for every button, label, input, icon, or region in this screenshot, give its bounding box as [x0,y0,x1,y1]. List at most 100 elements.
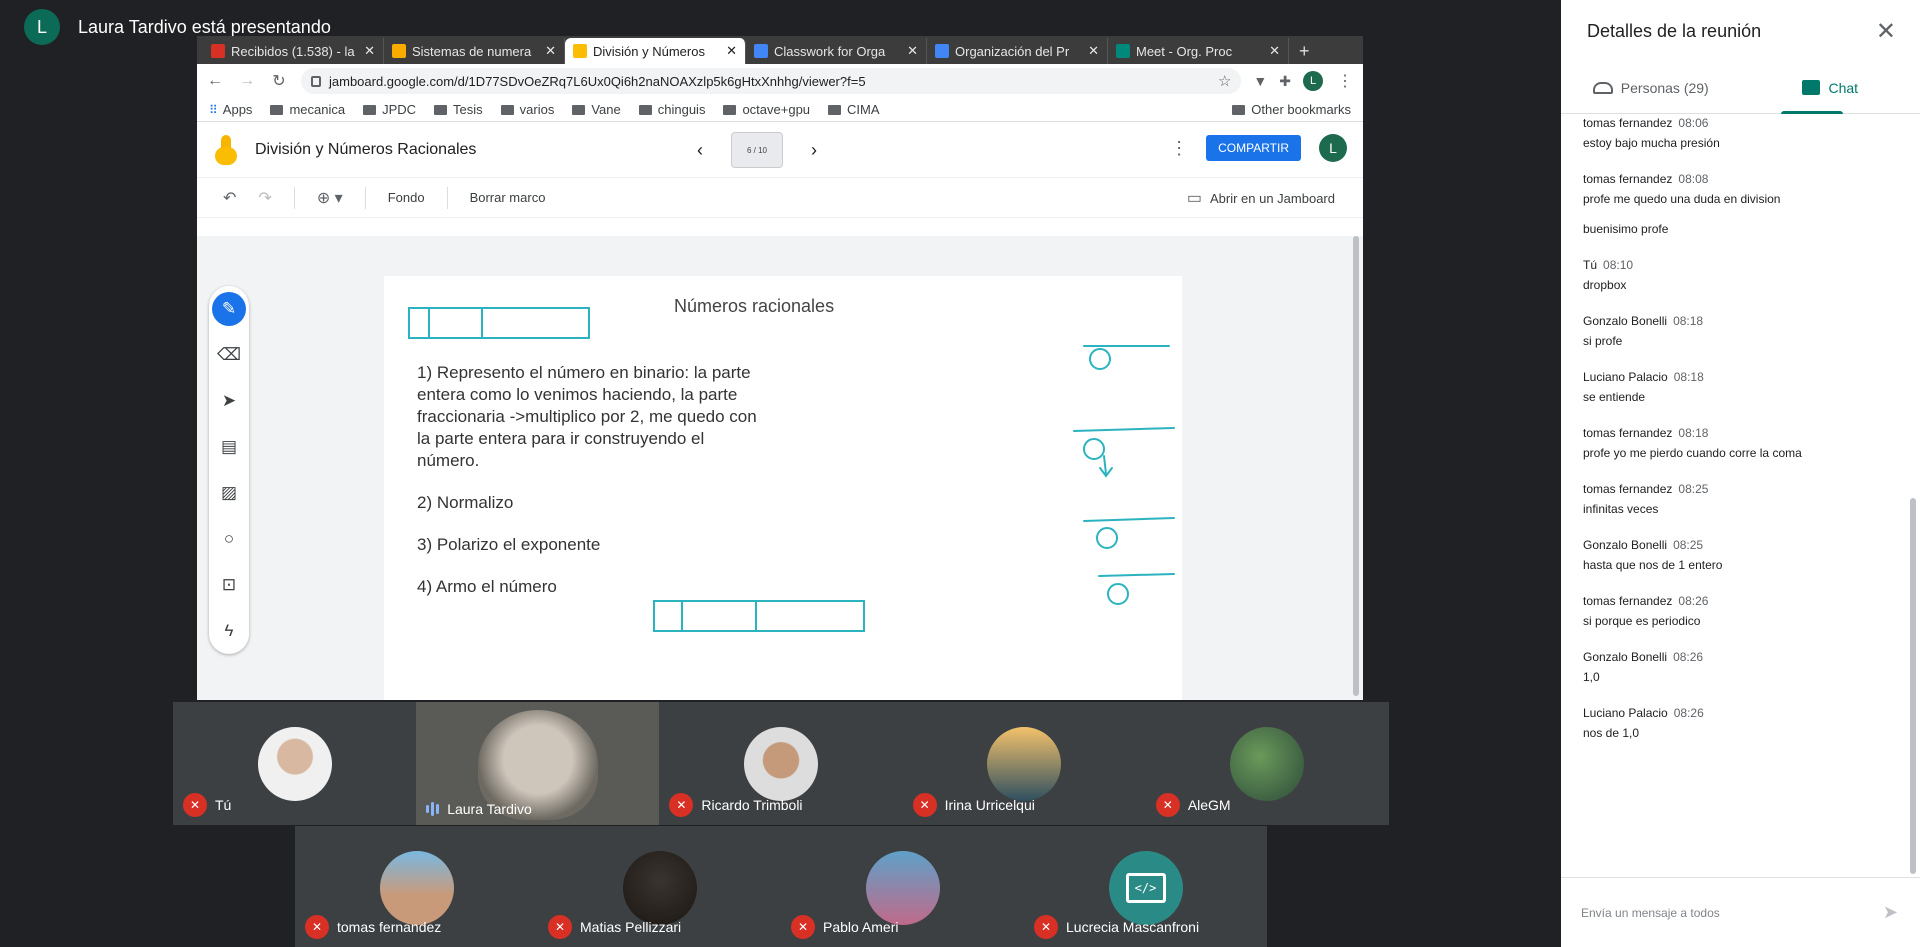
bookmark-folder[interactable]: mecanica [270,102,345,117]
circle-shape-icon[interactable]: ○ [212,522,246,556]
laser-icon[interactable]: ϟ [212,614,246,648]
participant-tile[interactable]: ✕ Matias Pellizzari [538,826,781,947]
jam-frame[interactable]: Números racionales 1) Represento el núme… [384,276,1182,700]
browser-tab-division[interactable]: División y Números ✕ [565,38,746,64]
browser-tab-sistemas[interactable]: Sistemas de numera ✕ [384,38,565,64]
canvas-scrollbar[interactable] [1351,236,1359,700]
tab-close-icon[interactable]: ✕ [364,43,375,59]
chat-message: Gonzalo Bonelli 08:26 1,0 [1583,650,1896,684]
bookmark-apps[interactable]: ⠿ Apps [209,102,252,117]
tab-label: Personas (29) [1620,79,1709,96]
tab-close-icon[interactable]: ✕ [907,43,918,59]
open-label: Abrir en un Jamboard [1209,190,1335,206]
bookmark-folder[interactable]: Tesis [434,102,483,117]
participant-name: tomas fernandez [337,919,442,935]
chat-messages[interactable]: tomas fernandez 08:06 estoy bajo mucha pre… [1561,116,1920,874]
reload-icon[interactable]: ↻ [269,71,289,91]
participant-label: Laura Tardivo [426,801,532,817]
bookmark-folder[interactable]: octave+gpu [723,102,810,117]
chevron-left-icon[interactable]: ‹ [697,140,703,161]
tab-close-icon[interactable]: ✕ [726,43,737,59]
operation-line [1083,517,1175,522]
chat-message-header: tomas fernandez 08:06 [1583,116,1896,130]
browser-tab-gmail[interactable]: Recibidos (1.538) - la ✕ [203,38,384,64]
tab-close-icon[interactable]: ✕ [1269,43,1280,59]
scroll-thumb[interactable] [1353,236,1359,696]
participant-tile[interactable]: ✕ Ricardo Trimboli [659,702,903,825]
participant-label: ✕ Matias Pellizzari [548,915,681,939]
participant-tile[interactable]: ✕ Irina Urricelqui [902,702,1146,825]
folder-icon [723,104,737,115]
participant-tile[interactable]: ✕ tomas fernandez [295,826,538,947]
chat-input[interactable] [1581,905,1883,920]
bookmark-folder[interactable]: Vane [572,102,621,117]
participant-avatar [744,727,818,801]
bookmark-folder[interactable]: varios [500,102,554,117]
chat-message-header: Luciano Palacio 08:26 [1583,706,1896,720]
participant-tile[interactable]: </> ✕ Lucrecia Mascanfroni [1024,826,1267,947]
close-icon[interactable]: ✕ [1876,17,1896,46]
mic-off-icon: ✕ [1034,915,1058,939]
browser-profile-avatar[interactable]: L [1303,71,1323,91]
puzzle-extensions-icon[interactable]: ✚ [1279,73,1291,90]
tab-people[interactable]: Personas (29) [1561,62,1741,113]
tab-title: Organización del Pr [955,43,1070,59]
chat-scrollbar[interactable] [1910,498,1916,874]
frame-navigator: ‹ 6 / 10 › [697,132,817,168]
chat-message-text: se entiende [1583,390,1646,404]
browser-menu-icon[interactable]: ⋮ [1335,71,1355,91]
send-icon[interactable]: ➤ [1883,902,1898,923]
address-url[interactable]: jamboard.google.com/d/1D77SDvOeZRq7L6Ux0… [329,74,1210,89]
participant-name: Laura Tardivo [447,801,532,817]
bookmark-label: CIMA [847,102,880,117]
background-button[interactable]: Fondo [388,190,425,205]
browser-tab-classwork[interactable]: Classwork for Orga ✕ [746,38,927,64]
extension-icon[interactable]: ▼ [1253,73,1267,89]
tab-chat[interactable]: Chat [1741,62,1920,114]
folder-icon [828,104,842,115]
undo-icon[interactable]: ↶ [223,188,236,208]
participant-tile[interactable]: ✕ Pablo Ameri [781,826,1024,947]
user-avatar[interactable]: L [1319,134,1347,162]
carry-circle [1096,527,1118,549]
frame-indicator[interactable]: 6 / 10 [731,132,783,168]
tab-close-icon[interactable]: ✕ [1088,43,1099,59]
tab-close-icon[interactable]: ✕ [545,43,556,59]
clear-frame-button[interactable]: Borrar marco [470,190,546,205]
bookmark-folder[interactable]: chinguis [638,102,705,117]
chat-message: Luciano Palacio 08:18 se entiende [1583,370,1896,404]
forward-arrow-icon[interactable]: → [237,72,257,90]
browser-tab-meet[interactable]: Meet - Org. Proc ✕ [1108,38,1289,64]
chat-message: tomas fernandez 08:26 si porque es periodi… [1583,594,1896,628]
sticky-note-icon[interactable]: ▤ [212,430,246,464]
back-arrow-icon[interactable]: ← [205,72,225,90]
bookmark-folder[interactable]: CIMA [828,102,880,117]
jam-title[interactable]: División y Números Racionales [255,141,476,159]
folder-icon [434,104,448,115]
chat-message: Gonzalo Bonelli 08:18 si profe [1583,314,1896,348]
more-options-icon[interactable]: ⋮ [1170,138,1188,159]
bookmark-label: Apps [222,102,253,117]
jamboard-logo-icon [215,134,237,165]
browser-tab-organizacion[interactable]: Organización del Pr ✕ [927,38,1108,64]
new-tab-button[interactable]: + [1289,38,1320,64]
bookmark-star-icon[interactable]: ☆ [1218,72,1231,90]
participant-tile[interactable]: ✕ Tú [173,702,417,825]
other-bookmarks[interactable]: Other bookmarks [1232,102,1351,117]
chevron-right-icon[interactable]: › [811,140,817,161]
address-bar[interactable]: jamboard.google.com/d/1D77SDvOeZRq7L6Ux0… [301,68,1242,94]
participant-tile[interactable]: ✕ AleGM [1145,702,1390,825]
participant-tile-presenter[interactable]: Laura Tardivo [416,702,660,825]
participant-avatar [379,851,454,925]
image-icon[interactable]: ▨ [212,476,246,510]
share-button[interactable]: COMPARTIR [1206,135,1301,161]
open-in-jamboard-button[interactable]: ▭ Abrir en un Jamboard [1187,188,1335,208]
redo-icon[interactable]: ↷ [258,188,271,208]
bookmark-folder[interactable]: JPDC [363,102,416,117]
text-box-icon[interactable]: ⊡ [212,568,246,602]
jamboard-canvas: ✎ ⌫ ➤ ▤ ▨ ○ ⊡ ϟ Números racionales 1) Re… [197,236,1363,700]
pen-icon[interactable]: ✎ [212,292,246,326]
eraser-icon[interactable]: ⌫ [212,338,246,372]
select-arrow-icon[interactable]: ➤ [212,384,246,418]
zoom-icon[interactable]: ⊕ ▾ [317,188,343,208]
